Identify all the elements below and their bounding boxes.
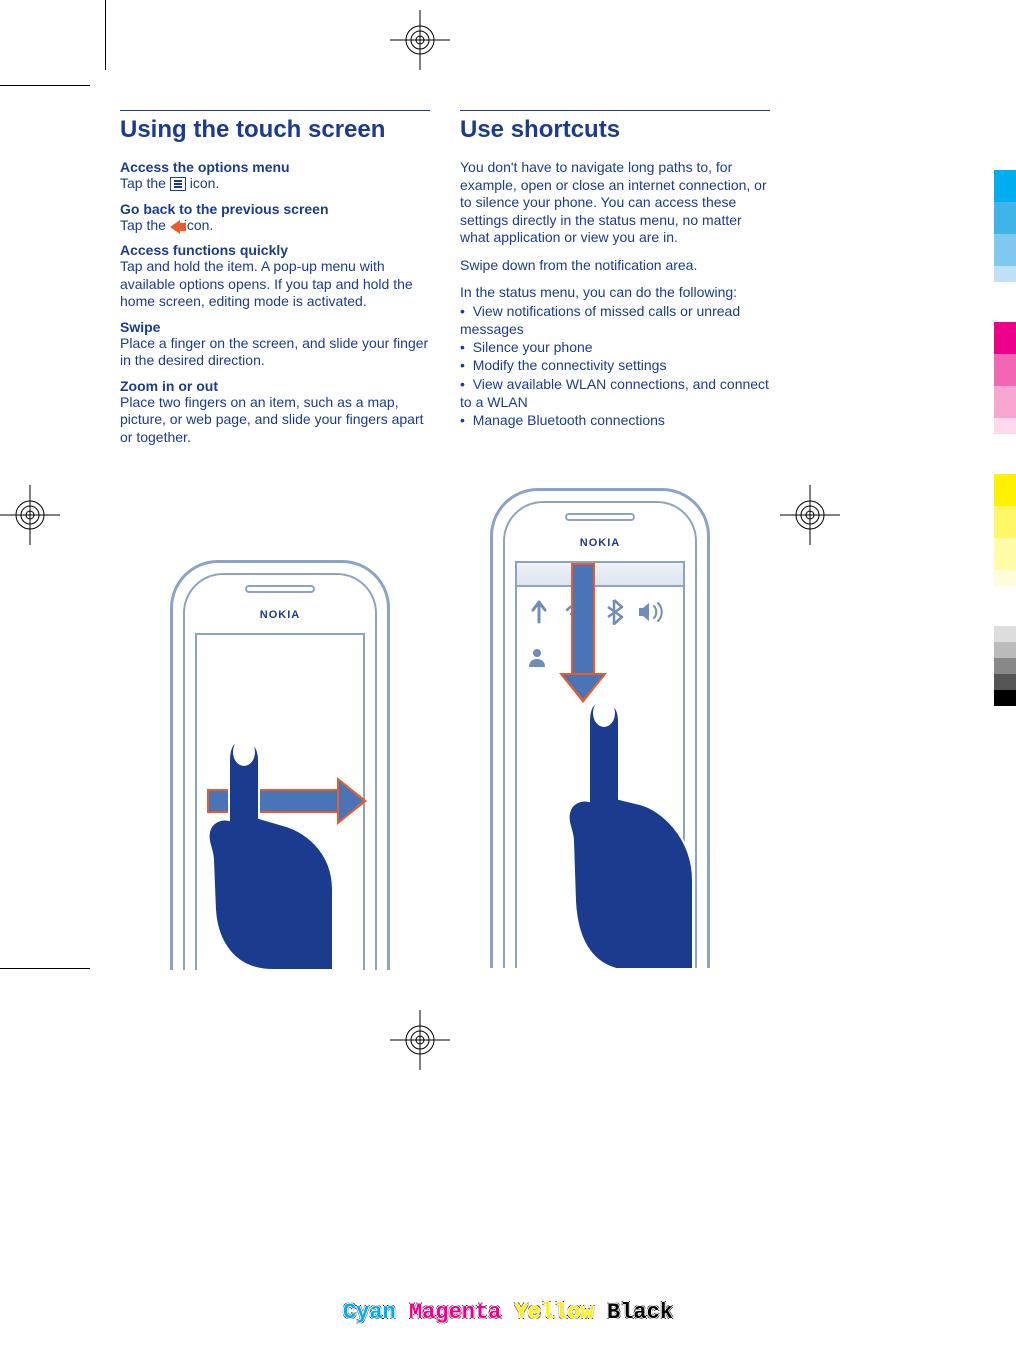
bullet-list: • View notifications of missed calls or … xyxy=(460,302,770,429)
divider xyxy=(460,110,770,111)
crop-mark xyxy=(105,0,106,70)
divider xyxy=(120,110,430,111)
bluetooth-icon xyxy=(605,599,623,625)
body-text: Tap the icon. xyxy=(120,175,430,193)
subheading: Go back to the previous screen xyxy=(120,201,430,217)
registration-mark-icon xyxy=(390,1010,450,1070)
menu-icon xyxy=(170,177,186,191)
list-item: • Modify the connectivity settings xyxy=(460,356,770,374)
text: Tap the xyxy=(120,217,170,233)
body-text: Place a finger on the screen, and slide … xyxy=(120,335,430,370)
cmyk-footer: Cyan Magenta Yellow Black xyxy=(0,1300,1016,1325)
subheading: Swipe xyxy=(120,319,430,335)
volume-icon xyxy=(637,600,665,624)
list-item: • View available WLAN connections, and c… xyxy=(460,375,770,411)
subheading: Access the options menu xyxy=(120,159,430,175)
body-text: Place two fingers on an item, such as a … xyxy=(120,394,430,447)
text: Tap the xyxy=(120,175,170,191)
hand-icon xyxy=(193,730,343,970)
body-text: You don't have to navigate long paths to… xyxy=(460,159,770,247)
registration-mark-icon xyxy=(390,10,450,70)
phone-illustration-shortcuts: NOKIA xyxy=(460,488,740,968)
crop-mark xyxy=(0,968,90,969)
body-text: Tap the icon. xyxy=(120,217,430,235)
body-text: Swipe down from the notification area. xyxy=(460,257,770,275)
person-icon xyxy=(527,647,547,667)
magenta-label: Magenta xyxy=(409,1300,501,1325)
subheading: Access functions quickly xyxy=(120,242,430,258)
yellow-label: Yellow xyxy=(515,1300,594,1325)
registration-mark-icon xyxy=(0,485,60,545)
phone-brand: NOKIA xyxy=(173,609,387,621)
hand-icon xyxy=(548,691,698,968)
body-text: Tap and hold the item. A pop-up menu wit… xyxy=(120,258,430,311)
phone-speaker xyxy=(245,585,315,593)
text: icon. xyxy=(184,217,214,233)
swipe-down-arrow-icon xyxy=(565,563,601,703)
text: Modify the connectivity settings xyxy=(473,357,667,373)
phone-illustration-swipe: NOKIA xyxy=(140,560,420,970)
print-color-bars xyxy=(994,170,1016,706)
cyan-label: Cyan xyxy=(343,1300,396,1325)
crop-mark xyxy=(0,85,90,86)
phone-brand: NOKIA xyxy=(493,537,707,549)
registration-mark-icon xyxy=(780,485,840,545)
subheading: Zoom in or out xyxy=(120,378,430,394)
left-column: Using the touch screen Access the option… xyxy=(120,110,430,446)
phone-speaker xyxy=(565,513,635,521)
text: View notifications of missed calls or un… xyxy=(460,303,740,337)
black-label: Black xyxy=(607,1300,673,1325)
text: Silence your phone xyxy=(473,339,593,355)
right-column: Use shortcuts You don't have to navigate… xyxy=(460,110,770,446)
text: View available WLAN connections, and con… xyxy=(460,376,769,410)
list-item: • Silence your phone xyxy=(460,338,770,356)
text: Manage Bluetooth connections xyxy=(473,412,665,428)
text: icon. xyxy=(190,175,220,191)
back-arrow-icon xyxy=(170,220,180,234)
page-content: Using the touch screen Access the option… xyxy=(120,110,770,446)
list-item: • Manage Bluetooth connections xyxy=(460,411,770,429)
body-text: In the status menu, you can do the follo… xyxy=(460,284,770,302)
heading-right: Use shortcuts xyxy=(460,117,770,143)
signal-icon xyxy=(527,600,551,624)
list-item: • View notifications of missed calls or … xyxy=(460,302,770,338)
heading-left: Using the touch screen xyxy=(120,117,430,143)
